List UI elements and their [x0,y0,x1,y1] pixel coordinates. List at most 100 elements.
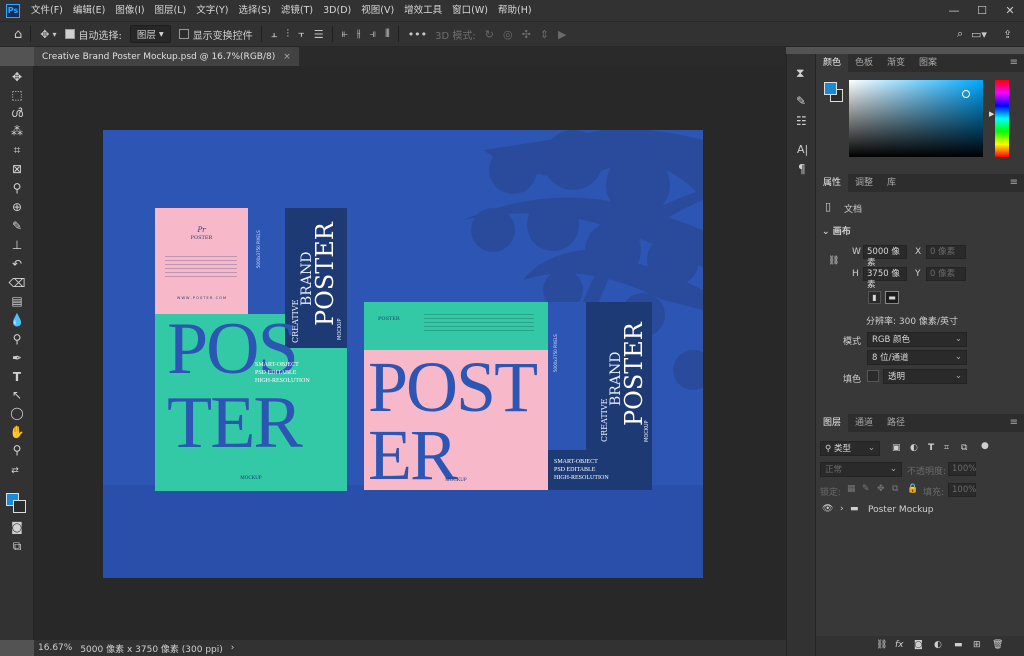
zoom-level[interactable]: 16.67% [34,643,76,653]
panel-menu-icon[interactable]: ≡ [1010,417,1018,428]
marquee-tool-icon[interactable]: ⬚ [5,86,29,104]
3d-slide-icon[interactable]: ⇕ [540,28,549,41]
add-mask-icon[interactable]: ◙ [914,640,923,650]
auto-select-dropdown[interactable]: 图层 ▾ [129,25,171,43]
menu-layer[interactable]: 图层(L) [150,0,192,21]
ellipse-tool-icon[interactable]: ◯ [5,404,29,422]
blend-mode-dropdown[interactable]: 正常 ⌄ [820,462,902,477]
document-tab[interactable]: Creative Brand Poster Mockup.psd @ 16.7%… [34,47,299,66]
portrait-icon[interactable]: ▮ [868,291,881,304]
show-transform-checkbox[interactable]: 显示变换控件 [178,27,253,42]
fill-opacity-field[interactable]: 100% [948,483,976,497]
minimize-icon[interactable]: — [940,0,968,21]
home-icon[interactable]: ⌂ [14,27,22,42]
chevron-right-icon[interactable]: › [840,504,844,514]
menu-edit[interactable]: 编辑(E) [68,0,110,21]
tab-adjustments[interactable]: 调整 [848,174,880,192]
workspace-icon[interactable]: ▭▾ [971,28,987,41]
filter-toggle-icon[interactable]: ● [981,441,989,451]
maximize-icon[interactable]: ☐ [968,0,996,21]
swap-colors-icon[interactable]: ⇄ [3,462,27,480]
lock-all-icon[interactable]: 🔒 [907,484,918,494]
crop-tool-icon[interactable]: ⌗ [5,141,29,159]
align-right-icon[interactable]: ⫣ [369,27,376,41]
new-group-icon[interactable]: ▬ [954,640,963,650]
3d-orbit-icon[interactable]: ↻ [485,28,494,41]
share-icon[interactable]: ⇪ [1003,28,1012,41]
frame-tool-icon[interactable]: ⊠ [5,160,29,178]
x-field[interactable]: 0 像素 [926,245,966,259]
status-menu-icon[interactable]: › [227,643,239,653]
tab-gradients[interactable]: 渐变 [880,54,912,72]
tab-properties[interactable]: 属性 [816,174,849,192]
distribute-icon[interactable]: ☰ [314,28,324,41]
eraser-icon[interactable]: ⌫ [5,274,29,292]
search-icon[interactable]: ⌕ [957,27,963,41]
adjustment-layer-icon[interactable]: ◐ [934,640,942,650]
close-icon[interactable]: ✕ [996,0,1024,21]
chevron-down-icon[interactable]: ▾ [52,30,56,39]
filter-smart-object-icon[interactable]: ⧉ [961,443,967,453]
lock-pixels-icon[interactable]: ✎ [862,484,870,494]
quick-mask-icon[interactable]: ◙ [5,518,29,536]
checkbox-icon[interactable] [178,29,189,39]
menu-file[interactable]: 文件(F) [26,0,68,21]
color-fg-swatch[interactable] [824,82,837,95]
lock-position-icon[interactable]: ✥ [877,484,885,494]
adjustments-icon[interactable]: ☷ [796,114,807,128]
menu-window[interactable]: 窗口(W) [447,0,493,21]
panel-menu-icon[interactable]: ≡ [1010,177,1018,188]
lock-transparent-icon[interactable]: ▦ [847,484,856,494]
move-tool-icon[interactable]: ✥ [40,28,49,41]
tab-layers[interactable]: 图层 [816,414,849,432]
more-options-icon[interactable]: ••• [408,28,427,41]
layer-row[interactable]: 👁 › ▬ Poster Mockup [816,500,1024,520]
magic-wand-icon[interactable]: ⁂ [5,122,29,140]
y-field[interactable]: 0 像素 [926,267,966,281]
tab-libraries[interactable]: 库 [880,174,903,192]
healing-brush-icon[interactable]: ⊕ [5,198,29,216]
bit-depth-dropdown[interactable]: 8 位/通道 ⌄ [867,350,967,365]
tab-color[interactable]: 颜色 [816,54,849,72]
distribute-h-icon[interactable]: ⫴ [385,27,390,41]
history-panel-icon[interactable]: ⧗ [796,66,804,81]
dodge-tool-icon[interactable]: ⚲ [5,330,29,348]
align-left-icon[interactable]: ⫦ [342,27,348,41]
layer-filter-dropdown[interactable]: ⚲ 类型 ⌄ [820,441,880,456]
tab-channels[interactable]: 通道 [848,414,880,432]
document-canvas[interactable]: Pr POSTER W W W . P O S T E R . C O M 50… [103,130,703,578]
stamp-tool-icon[interactable]: ⊥ [5,236,29,254]
filter-adjustment-icon[interactable]: ◐ [910,443,918,453]
fill-dropdown[interactable]: 透明 ⌄ [883,369,967,384]
filter-type-icon[interactable]: T [928,443,934,453]
3d-drag-icon[interactable]: ✣ [522,28,531,41]
auto-select-checkbox[interactable]: 自动选择: [64,27,122,42]
filter-shape-icon[interactable]: ⌗ [944,443,949,453]
opacity-field[interactable]: 100% [948,462,976,476]
filter-pixel-icon[interactable]: ▣ [892,443,901,453]
zoom-tool-icon[interactable]: ⚲ [5,441,29,459]
menu-3d[interactable]: 3D(D) [318,0,356,21]
align-vcenter-icon[interactable]: ⫶ [286,27,289,41]
width-field[interactable]: 5000 像素 [863,245,907,268]
canvas-section[interactable]: ⌄ 画布 [822,224,851,237]
fill-swatch[interactable] [867,370,879,382]
menu-plugins[interactable]: 增效工具 [399,0,447,21]
menu-select[interactable]: 选择(S) [233,0,275,21]
3d-roll-icon[interactable]: ◎ [503,28,513,41]
tab-swatches[interactable]: 色板 [848,54,880,72]
hand-tool-icon[interactable]: ✋ [5,423,29,441]
fx-icon[interactable]: fx [895,640,904,650]
tab-paths[interactable]: 路径 [880,414,912,432]
align-bottom-icon[interactable]: ⫟ [298,27,305,41]
color-picker-field[interactable] [849,80,983,157]
menu-image[interactable]: 图像(I) [110,0,149,21]
lasso-tool-icon[interactable]: ൾ [5,104,29,122]
panel-menu-icon[interactable]: ≡ [1010,57,1018,68]
blur-tool-icon[interactable]: 💧 [5,311,29,329]
paragraph-panel-icon[interactable]: ¶ [798,162,806,176]
menu-filter[interactable]: 滤镜(T) [276,0,318,21]
visibility-eye-icon[interactable]: 👁 [822,504,833,514]
color-picker-handle[interactable] [962,90,970,98]
type-tool-icon[interactable]: T [5,368,29,386]
